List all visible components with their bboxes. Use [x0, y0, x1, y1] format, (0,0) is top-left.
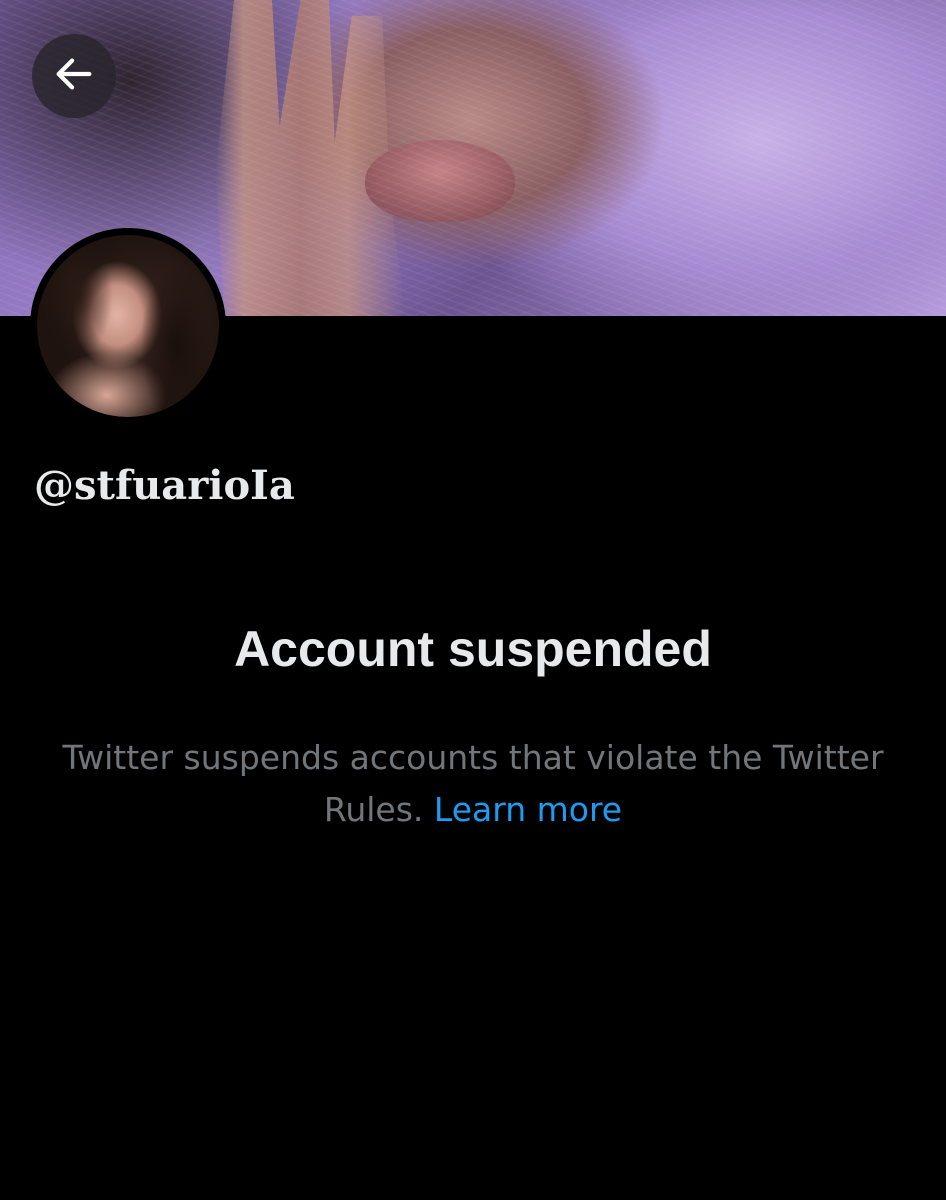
arrow-left-icon — [51, 51, 97, 101]
suspended-message: Twitter suspends accounts that violate t… — [60, 732, 886, 836]
learn-more-link[interactable]: Learn more — [434, 790, 622, 829]
avatar[interactable] — [30, 228, 226, 424]
avatar-hair-shape — [37, 235, 219, 417]
avatar-image — [37, 235, 219, 417]
suspended-title: Account suspended — [234, 621, 712, 677]
profile-handle: @stfuarioIa — [34, 462, 295, 509]
back-button[interactable] — [32, 34, 116, 118]
